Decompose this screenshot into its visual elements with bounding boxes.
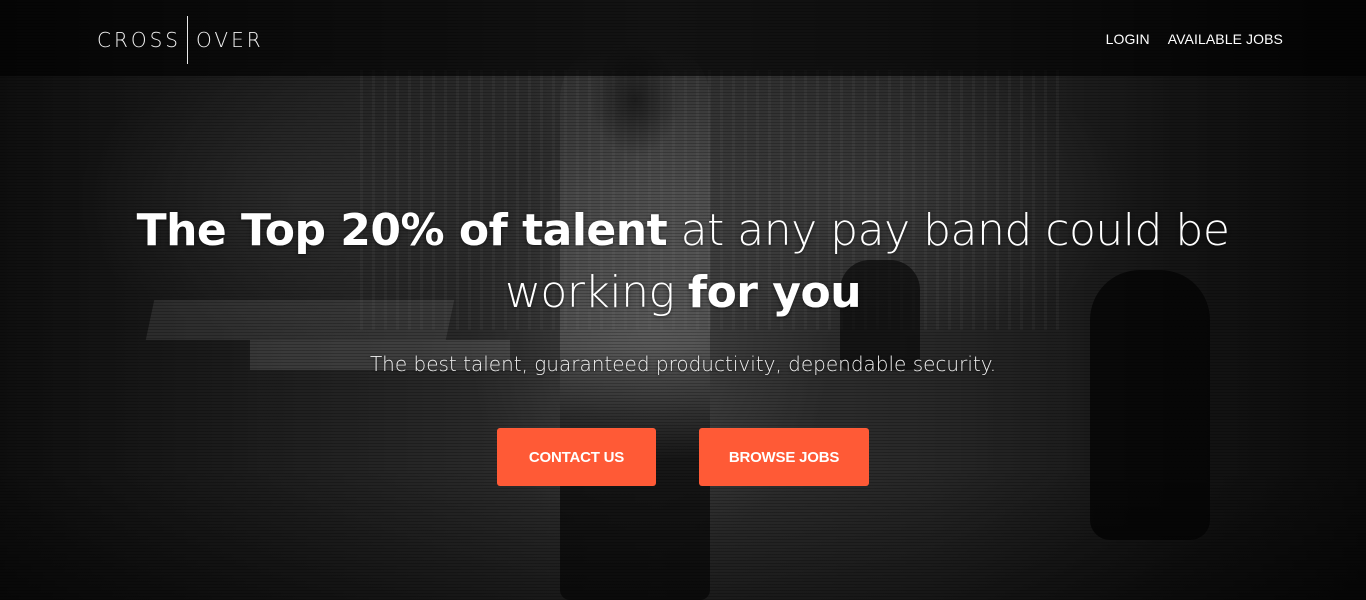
main-nav: LOGIN AVAILABLE JOBS <box>1106 31 1283 47</box>
hero-headline: The Top 20% of talent at any pay band co… <box>0 200 1366 324</box>
hero-section: CROSS OVER LOGIN AVAILABLE JOBS The Top … <box>0 0 1366 600</box>
headline-light-part: at any pay band could be <box>667 205 1230 256</box>
logo-text-right: OVER <box>196 28 264 52</box>
headline-bold-part-2: for you <box>687 267 862 318</box>
cta-buttons: CONTACT US BROWSE JOBS <box>0 428 1366 486</box>
contact-us-button[interactable]: CONTACT US <box>497 428 656 486</box>
logo-divider <box>187 16 188 64</box>
crossover-logo[interactable]: CROSS OVER <box>97 16 264 64</box>
nav-available-jobs-link[interactable]: AVAILABLE JOBS <box>1168 31 1283 47</box>
nav-login-link[interactable]: LOGIN <box>1106 31 1150 47</box>
browse-jobs-button[interactable]: BROWSE JOBS <box>699 428 869 486</box>
headline-light-part-2: working <box>504 267 688 318</box>
hero-subheadline: The best talent, guaranteed productivity… <box>369 352 997 376</box>
headline-bold-part: The Top 20% of talent <box>136 205 668 256</box>
hero-content: The Top 20% of talent at any pay band co… <box>0 200 1366 376</box>
logo-text-left: CROSS <box>97 28 181 52</box>
top-navbar: CROSS OVER LOGIN AVAILABLE JOBS <box>0 0 1366 76</box>
